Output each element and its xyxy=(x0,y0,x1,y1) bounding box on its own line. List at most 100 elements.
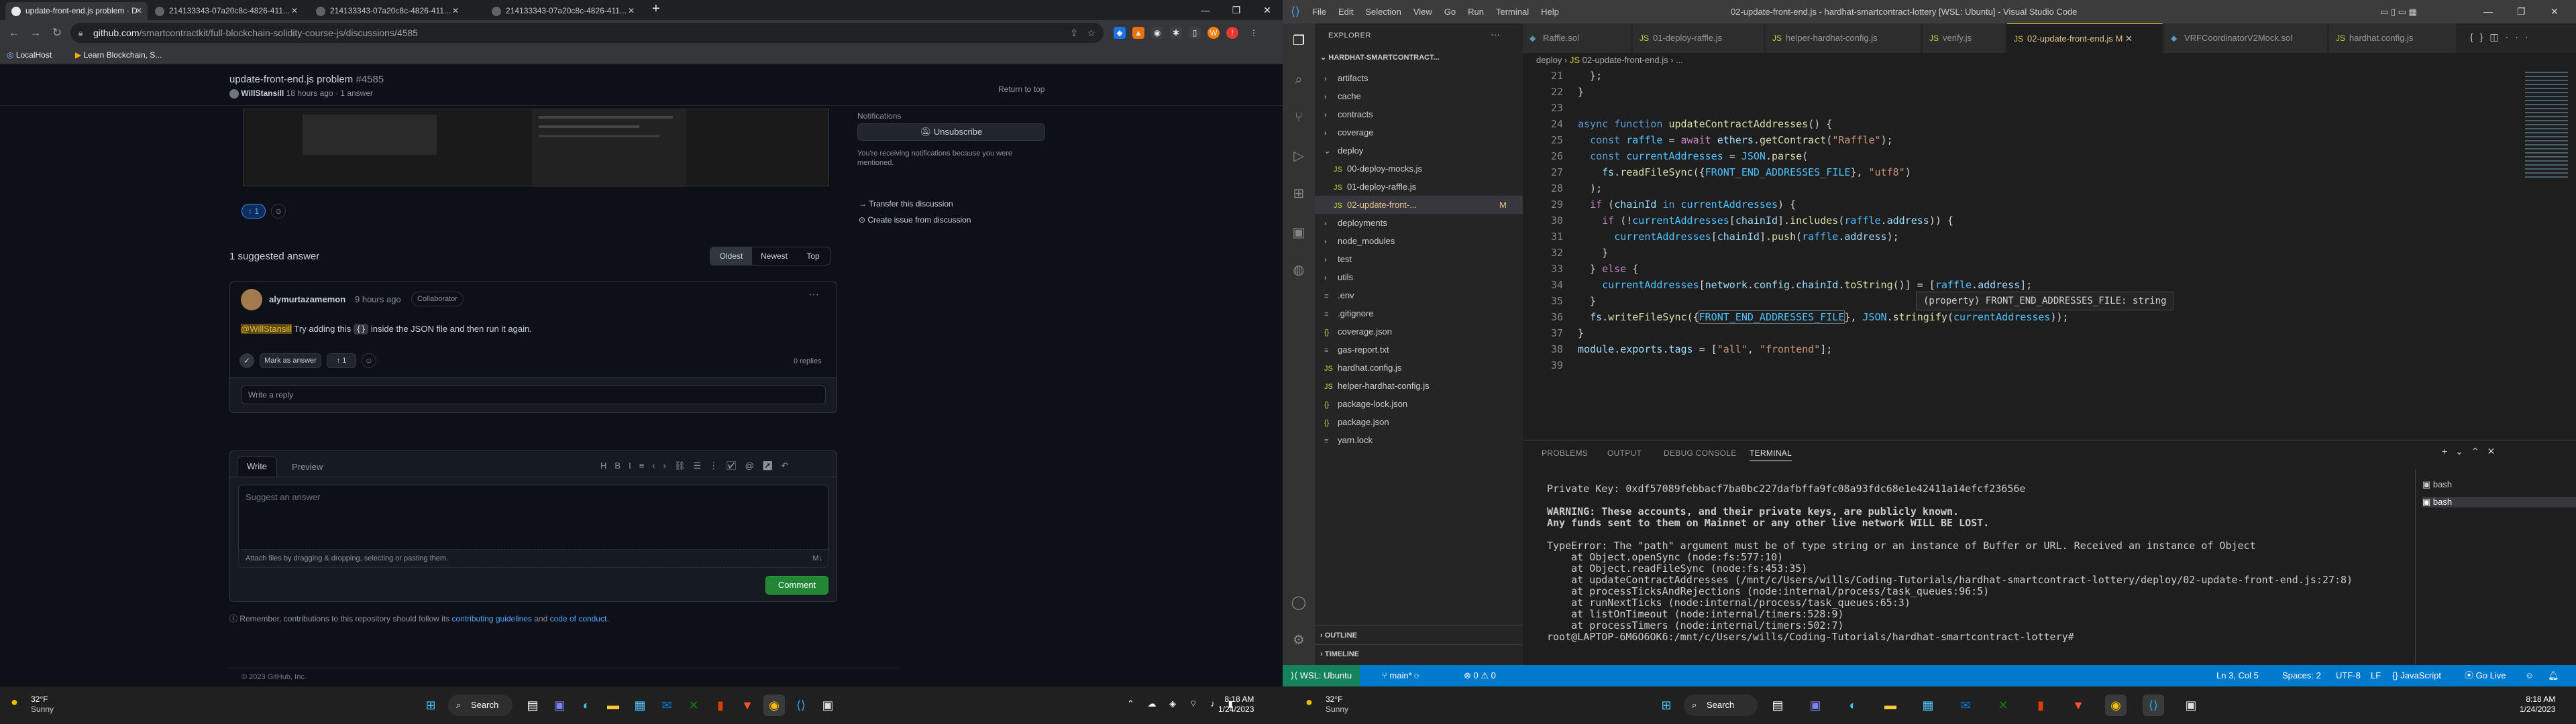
branch-indicator[interactable]: ⑂ main* ⟳ xyxy=(1382,665,1419,686)
quote-icon[interactable]: ≡ xyxy=(639,461,653,471)
more-actions-icon[interactable]: ··· xyxy=(2506,32,2535,42)
code-icon[interactable]: ‹› xyxy=(652,461,674,471)
tree-item[interactable]: ≡ .env xyxy=(1315,286,1523,304)
close-tab-icon[interactable]: ✕ xyxy=(291,2,298,20)
github-icon[interactable]: ◍ xyxy=(1291,262,1307,278)
tab-hardhat-config[interactable]: JS hardhat.config.js xyxy=(2329,23,2457,53)
source-control-icon[interactable]: ⑂ xyxy=(1291,109,1307,125)
sort-top[interactable]: Top xyxy=(796,247,830,265)
taskbar-search[interactable]: ⌕ Search xyxy=(448,695,513,716)
tree-item[interactable]: ≡ yarn.lock xyxy=(1315,431,1523,449)
timeline-section[interactable]: › TIMELINE xyxy=(1315,644,1523,663)
heading-icon[interactable]: H xyxy=(600,461,614,471)
office-icon[interactable]: ▮ xyxy=(710,695,731,716)
bookmark-learn-blockchain[interactable]: ▶ Learn Blockchain, S... xyxy=(75,46,162,64)
compare-icon[interactable]: {} xyxy=(2470,32,2489,42)
answer-textarea[interactable]: Suggest an answer xyxy=(238,485,828,549)
language-mode[interactable]: {} JavaScript xyxy=(2392,665,2441,686)
create-issue-link[interactable]: ⊙ Create issue from discussion xyxy=(859,215,971,225)
tree-item[interactable]: JS 01-deploy-raffle.js xyxy=(1315,178,1523,196)
bookmark-localhost[interactable]: ◎ LocalHost xyxy=(7,46,52,64)
tree-item[interactable]: ≡ gas-report.txt xyxy=(1315,341,1523,359)
chrome-menu-icon[interactable]: ⋮ xyxy=(1248,27,1260,39)
close-window-icon[interactable]: ✕ xyxy=(2551,0,2559,23)
back-icon[interactable]: ← xyxy=(4,23,24,43)
close-tab-icon[interactable]: ✕ xyxy=(136,2,142,20)
unsubscribe-button[interactable]: 🔕︎ Unsubscribe xyxy=(857,123,1045,141)
chrome-tab-3[interactable]: 214133343-07a20c8c-4826-411... ✕ xyxy=(310,2,464,20)
mail-icon[interactable]: ✉ xyxy=(1955,695,1976,716)
xbox-icon[interactable]: ✕ xyxy=(683,695,704,716)
mail-icon[interactable]: ✉ xyxy=(656,695,678,716)
remote-indicator[interactable]: ⟩⟨ WSL: Ubuntu xyxy=(1283,665,1360,686)
close-panel-icon[interactable]: ✕ xyxy=(2487,446,2504,457)
tab-raffle-sol[interactable]: ◆ Raffle.sol xyxy=(1523,23,1631,53)
undo-icon[interactable]: ↶ xyxy=(781,461,796,471)
mark-as-answer-button[interactable]: Mark as answer xyxy=(260,353,321,368)
problems-indicator[interactable]: ⊗ 0 ⚠ 0 xyxy=(1464,665,1496,686)
tree-item[interactable]: JS 00-deploy-mocks.js xyxy=(1315,160,1523,178)
office-icon[interactable]: ▮ xyxy=(2030,695,2051,716)
answer-upvote-button[interactable]: ↑ 1 xyxy=(327,353,356,368)
tree-item[interactable]: JS 02-update-front-... M xyxy=(1315,196,1523,214)
add-reaction-icon[interactable]: ☺ xyxy=(271,204,286,219)
split-editor-icon[interactable]: ◫ xyxy=(2489,32,2505,42)
outline-section[interactable]: › OUTLINE xyxy=(1315,625,1523,644)
mention-icon[interactable]: @ xyxy=(745,461,762,471)
panel-tab-problems[interactable]: PROBLEMS xyxy=(1542,448,1588,458)
maximize-panel-icon[interactable]: ⌃ xyxy=(2471,446,2487,457)
extensions-icon[interactable]: ⊞ xyxy=(1291,186,1307,202)
link-icon[interactable]: ⛓ xyxy=(674,461,694,471)
chrome-tab-2[interactable]: 214133343-07a20c8c-4826-411... ✕ xyxy=(149,2,303,20)
tree-item[interactable]: › contracts xyxy=(1315,105,1523,123)
notifications-bell-icon[interactable]: 🔔︎ xyxy=(2548,665,2559,686)
comment-button[interactable]: Comment xyxy=(765,576,828,595)
new-terminal-icon[interactable]: +⌄ xyxy=(2442,446,2471,457)
sort-newest[interactable]: Newest xyxy=(753,247,795,265)
feedback-icon[interactable]: ☺ xyxy=(2525,665,2534,686)
profile-avatar[interactable]: W xyxy=(1208,27,1220,39)
settings-gear-icon[interactable]: ⚙ xyxy=(1291,632,1307,648)
start-icon[interactable]: ⊞ xyxy=(1656,695,1677,716)
return-to-top-link[interactable]: Return to top xyxy=(998,84,1044,94)
indentation[interactable]: Spaces: 2 xyxy=(2282,665,2321,686)
task-list-icon[interactable]: ☑ xyxy=(726,461,745,471)
end-of-line[interactable]: LF xyxy=(2371,665,2381,686)
new-tab-button[interactable]: + xyxy=(652,1,660,17)
file-explorer-icon[interactable]: ▬ xyxy=(602,695,624,716)
post-screenshot-image[interactable] xyxy=(243,109,829,187)
chrome-icon[interactable]: ◉ xyxy=(2105,695,2127,716)
tab-verify-js[interactable]: JS verify.js xyxy=(1923,23,2006,53)
minimap[interactable] xyxy=(2525,72,2568,179)
panel-tab-terminal[interactable]: TERMINAL xyxy=(1750,448,1792,461)
vscode-taskbar-icon[interactable]: ⟨⟩ xyxy=(790,695,812,716)
check-circle-icon[interactable]: ✓ xyxy=(239,353,254,368)
go-live-button[interactable]: ⦿ Go Live xyxy=(2465,665,2506,686)
tree-item[interactable]: › deployments xyxy=(1315,214,1523,232)
menu-view[interactable]: View xyxy=(1413,7,1432,17)
maximize-icon[interactable]: ❐ xyxy=(1221,0,1252,20)
tab-helper-hardhat-config[interactable]: JS helper-hardhat-config.js xyxy=(1766,23,1921,53)
tree-item[interactable]: › utils xyxy=(1315,268,1523,286)
tab-preview[interactable]: Preview xyxy=(292,462,323,472)
forward-icon[interactable]: → xyxy=(25,23,46,43)
clock[interactable]: 8:18 AM 1/24/2023 xyxy=(2520,695,2555,715)
explorer-icon[interactable]: ❐ xyxy=(1291,33,1307,49)
encoding[interactable]: UTF-8 xyxy=(2336,665,2361,686)
tree-item[interactable]: JS helper-hardhat-config.js xyxy=(1315,377,1523,395)
terminal-output[interactable]: Private Key: 0xdf57089febbacf7ba0bc227da… xyxy=(1523,475,2408,663)
store-icon[interactable]: ▦ xyxy=(1917,695,1939,716)
share-icon[interactable]: ⇪ xyxy=(1070,23,1078,43)
tree-item[interactable]: › coverage xyxy=(1315,123,1523,141)
address-bar[interactable]: 🔒︎ github.com/smartcontractkit/full-bloc… xyxy=(70,23,1104,43)
tree-item[interactable]: › artifacts xyxy=(1315,69,1523,87)
brave-icon[interactable]: ▼ xyxy=(2068,695,2089,716)
bold-icon[interactable]: B xyxy=(614,461,629,471)
cursor-position[interactable]: Ln 3, Col 5 xyxy=(2216,665,2259,686)
chrome-tab-1[interactable]: update-front-end.js problem · D ✕ xyxy=(5,2,148,20)
tree-item[interactable]: {} package.json xyxy=(1315,413,1523,431)
menu-terminal[interactable]: Terminal xyxy=(1496,7,1529,17)
app-icon[interactable]: ▣ xyxy=(817,695,839,716)
side-panel-icon[interactable]: ▯ xyxy=(1189,27,1201,39)
menu-file[interactable]: File xyxy=(1312,7,1326,17)
